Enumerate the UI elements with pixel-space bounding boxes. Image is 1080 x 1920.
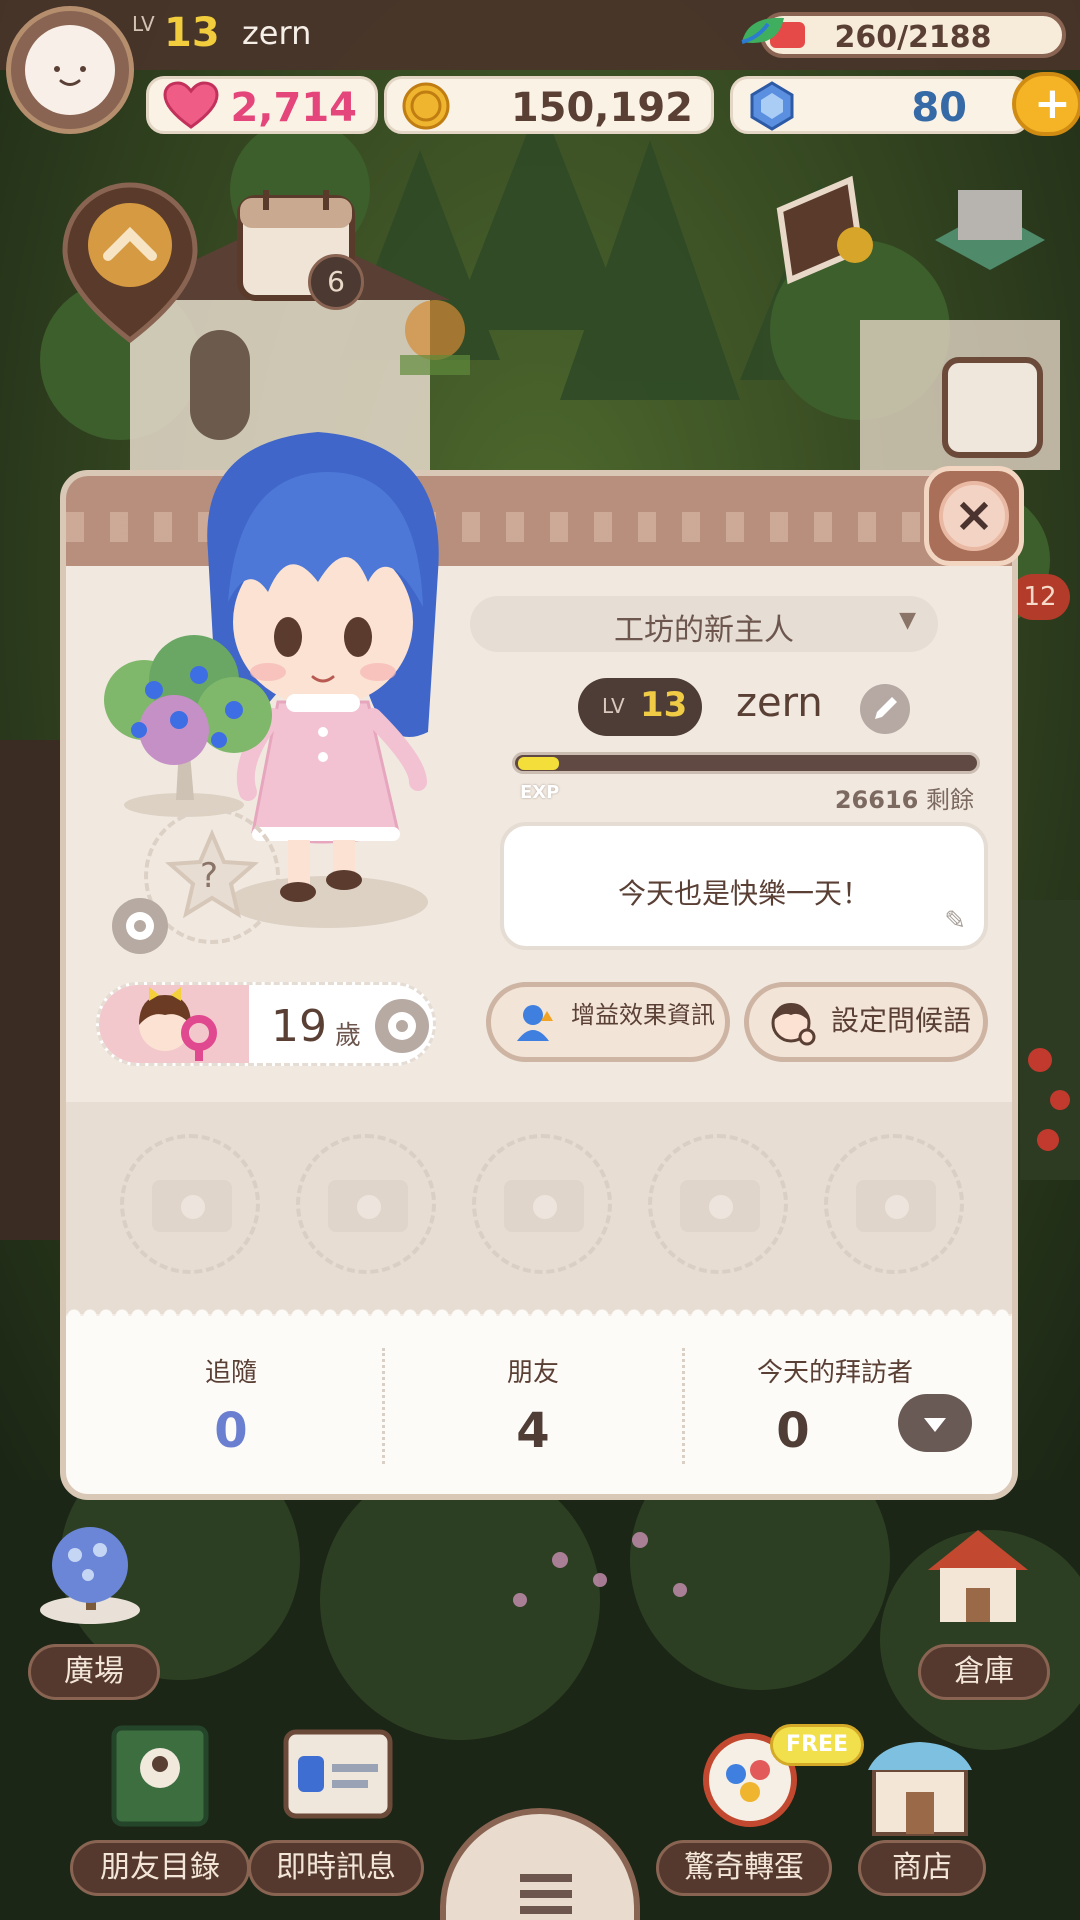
exp-bar-fill <box>518 757 559 770</box>
add-gems-button[interactable]: + <box>1012 72 1080 136</box>
friends-label: 朋友 <box>506 1358 559 1388</box>
nav-gacha[interactable]: 驚奇轉蛋 <box>656 1840 832 1896</box>
followers-stat[interactable]: 追隨 0 <box>116 1352 346 1459</box>
heart-icon <box>163 81 219 129</box>
camera-lens <box>528 1190 562 1224</box>
girl-female-icon <box>139 987 217 1061</box>
age-gender-pill: 19 歲 <box>96 982 436 1066</box>
age-value: 19 <box>271 1001 327 1052</box>
chevron-down-icon <box>924 1418 946 1432</box>
decoration-settings-button[interactable] <box>112 898 168 954</box>
age-unit: 歲 <box>335 1021 362 1051</box>
calendar-badge: 6 <box>308 254 364 310</box>
exp-remaining-suffix: 剩餘 <box>926 786 974 814</box>
friends-value: 4 <box>516 1403 550 1459</box>
followers-label: 追隨 <box>204 1358 257 1388</box>
level-badge-prefix: LV <box>602 694 625 718</box>
camera-lens <box>176 1190 210 1224</box>
coins-counter[interactable]: 150,192 <box>384 76 714 134</box>
close-icon: × <box>939 481 1009 551</box>
level-badge: LV 13 <box>578 678 702 736</box>
close-button[interactable]: × <box>924 466 1024 566</box>
energy-bar[interactable]: 260/2188 <box>760 12 1066 58</box>
shop-icon <box>868 1742 972 1836</box>
gender-badge <box>99 985 249 1063</box>
nav-plaza[interactable]: 廣場 <box>28 1644 160 1700</box>
stats-divider <box>682 1348 685 1464</box>
gem-icon <box>750 81 794 131</box>
warehouse-icon <box>928 1530 1028 1622</box>
player-avatar[interactable] <box>6 6 134 134</box>
camera-lens <box>352 1190 386 1224</box>
free-tag: FREE <box>770 1724 864 1766</box>
exp-label: EXP <box>520 782 560 803</box>
level-prefix: LV <box>132 12 155 36</box>
energy-value: 260/2188 <box>834 20 992 55</box>
profile-name: zern <box>736 680 823 726</box>
notification-badge: 12 <box>1010 574 1070 620</box>
photo-slot[interactable] <box>120 1134 260 1274</box>
set-greeting-label: 設定問候語 <box>830 1004 971 1037</box>
boost-user-icon <box>517 1005 553 1041</box>
coin-icon <box>402 82 450 130</box>
camera-lens <box>704 1190 738 1224</box>
nav-shop[interactable]: 商店 <box>858 1840 986 1896</box>
greeting-text: 今天也是快樂一天！ <box>617 877 870 910</box>
followers-value: 0 <box>214 1403 248 1459</box>
photo-slot[interactable] <box>648 1134 788 1274</box>
title-dropdown[interactable]: 工坊的新主人 ▼ <box>470 596 938 652</box>
age-settings-button[interactable] <box>375 999 429 1053</box>
boost-info-button[interactable]: 增益效果資訊 <box>486 982 730 1062</box>
hearts-counter[interactable]: 2,714 <box>146 76 378 134</box>
photo-slot[interactable] <box>296 1134 436 1274</box>
star-question-mark: ? <box>200 856 219 896</box>
exp-remaining-value: 26616 <box>834 786 919 814</box>
player-name: zern <box>242 14 312 52</box>
gems-value: 80 <box>911 85 967 131</box>
exp-remaining: 26616 剩餘 <box>835 780 974 815</box>
stats-divider <box>382 1348 385 1464</box>
photo-slot[interactable] <box>472 1134 612 1274</box>
visitors-value: 0 <box>776 1403 810 1459</box>
photo-slot[interactable] <box>824 1134 964 1274</box>
pencil-icon: ✎ <box>944 906 966 936</box>
greeting-bubble[interactable]: 今天也是快樂一天！ ✎ <box>500 822 988 950</box>
nav-warehouse[interactable]: 倉庫 <box>918 1644 1050 1700</box>
hearts-value: 2,714 <box>230 85 357 131</box>
gear-icon <box>388 1012 416 1040</box>
player-level: 13 <box>164 10 220 56</box>
stats-scalloped-edge <box>66 1308 1012 1324</box>
chevron-down-icon: ▼ <box>899 608 916 633</box>
energy-leaf-icon <box>741 17 784 44</box>
edit-name-button[interactable] <box>860 684 910 734</box>
exp-bar <box>512 752 980 774</box>
boost-info-label: 增益效果資訊 <box>571 1001 715 1029</box>
nav-friends-list[interactable]: 朋友目錄 <box>70 1840 250 1896</box>
level-badge-number: 13 <box>640 685 688 725</box>
friends-book-icon <box>111 1725 209 1827</box>
set-greeting-button[interactable]: 設定問候語 <box>744 982 988 1062</box>
visitors-label: 今天的拜訪者 <box>756 1358 913 1388</box>
visitors-dropdown-button[interactable] <box>898 1394 972 1452</box>
instant-message-icon <box>283 1729 393 1819</box>
avatar-face <box>25 25 115 115</box>
coins-value: 150,192 <box>510 85 693 131</box>
flower-tree-decoration[interactable] <box>84 620 284 820</box>
nav-instant-message[interactable]: 即時訊息 <box>248 1840 424 1896</box>
player-title: 工坊的新主人 <box>614 613 794 648</box>
plaza-icon <box>40 1527 140 1624</box>
daily-calendar-button[interactable]: 6 <box>236 188 364 310</box>
gems-counter[interactable]: 80 <box>730 76 1030 134</box>
pencil-icon <box>875 697 897 719</box>
camera-lens <box>880 1190 914 1224</box>
friends-stat[interactable]: 朋友 4 <box>418 1352 648 1459</box>
gear-icon <box>126 912 154 940</box>
menu-icon <box>520 1874 572 1914</box>
plus-icon: + <box>1034 78 1071 129</box>
waving-girl-icon <box>771 1003 816 1046</box>
